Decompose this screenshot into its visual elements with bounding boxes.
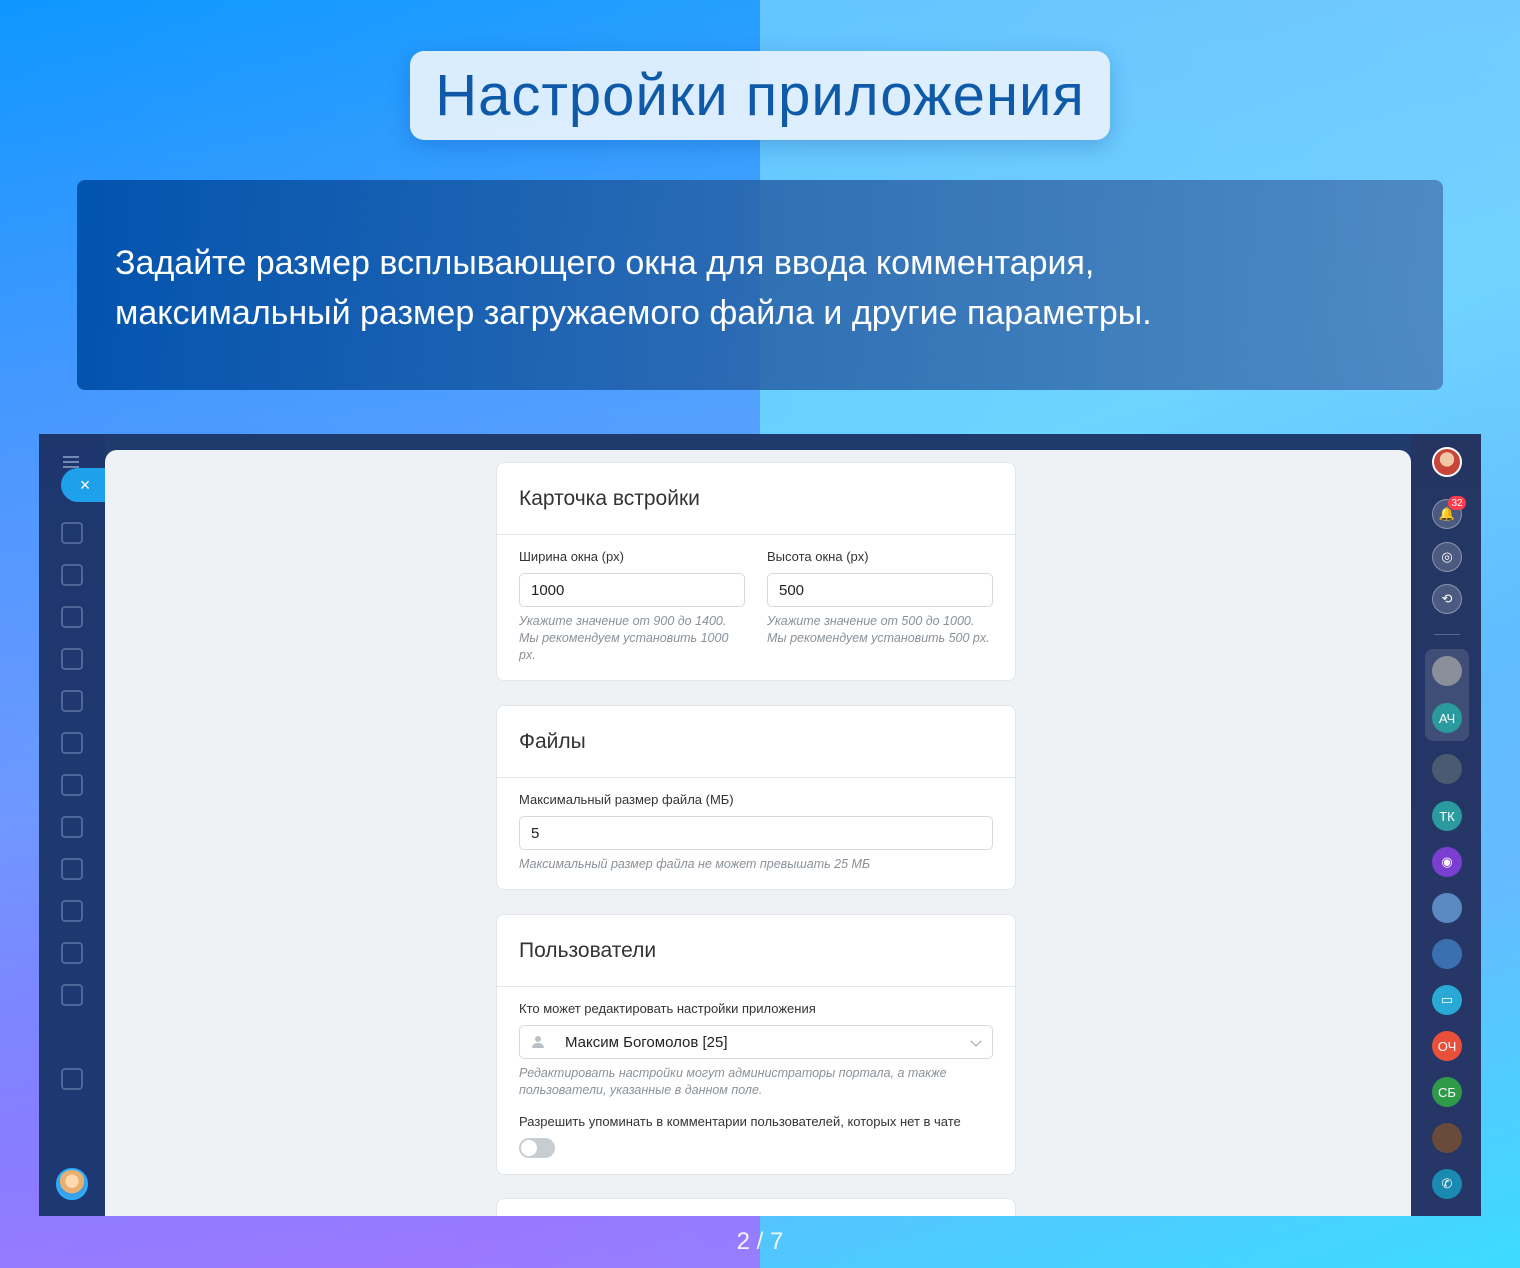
profile-avatar[interactable]	[1432, 447, 1462, 477]
settings-panel: Карточка встройки Ширина окна (px) 1000 …	[105, 450, 1411, 1216]
nav-icon-11[interactable]	[61, 942, 83, 964]
mention-toggle[interactable]	[519, 1138, 555, 1158]
app-screenshot: × Карточка встройки Ширина окна (px) 100…	[39, 434, 1481, 1216]
nav-icon-4[interactable]	[61, 648, 83, 670]
contact-initials[interactable]: АЧ	[1432, 703, 1462, 733]
nav-icon-1[interactable]	[61, 522, 83, 544]
nav-icon-12[interactable]	[61, 984, 83, 1006]
max-size-input[interactable]: 5	[519, 816, 993, 850]
section-title: Пользователи	[497, 915, 1015, 987]
max-size-label: Максимальный размер файла (МБ)	[519, 792, 734, 807]
phone-icon[interactable]: ✆	[1432, 1169, 1462, 1199]
page-title: Настройки приложения	[435, 63, 1085, 128]
left-sidebar	[39, 434, 105, 1216]
divider	[1434, 634, 1460, 635]
nav-icon-2[interactable]	[61, 564, 83, 586]
channel-icon[interactable]: ◉	[1432, 847, 1462, 877]
editors-hint: Редактировать настройки могут администра…	[519, 1066, 947, 1097]
contact-initials[interactable]: СБ	[1432, 1077, 1462, 1107]
close-button[interactable]: ×	[61, 468, 109, 502]
menu-icon[interactable]	[63, 456, 79, 468]
chat-icon[interactable]: ▭	[1432, 985, 1462, 1015]
height-hint: Укажите значение от 500 до 1000. Мы реко…	[767, 614, 990, 645]
files-section: Файлы Максимальный размер файла (МБ) 5 М…	[496, 705, 1016, 890]
nav-icon-10[interactable]	[61, 900, 83, 922]
chevron-down-icon	[970, 1035, 982, 1047]
contact-avatar[interactable]	[1432, 893, 1462, 923]
contact-avatar[interactable]	[1432, 1123, 1462, 1153]
editors-label: Кто может редактировать настройки прилож…	[519, 1001, 816, 1016]
user-icon	[531, 1035, 545, 1049]
height-label: Высота окна (px)	[767, 549, 869, 564]
next-section	[496, 1198, 1016, 1216]
right-sidebar: 🔔 32 ◎ ⟲ АЧ ТК ◉ ▭ ОЧ СБ ✆	[1411, 434, 1481, 1216]
max-size-hint: Максимальный размер файла не может превы…	[519, 857, 871, 871]
width-hint: Укажите значение от 900 до 1400. Мы реко…	[519, 614, 729, 662]
contact-avatar[interactable]	[1432, 754, 1462, 784]
contact-initials[interactable]: ОЧ	[1432, 1031, 1462, 1061]
width-label: Ширина окна (px)	[519, 549, 625, 564]
description-banner: Задайте размер всплывающего окна для вво…	[77, 180, 1443, 390]
embed-card-section: Карточка встройки Ширина окна (px) 1000 …	[496, 462, 1016, 681]
nav-icon-8[interactable]	[61, 816, 83, 838]
mention-label: Разрешить упоминать в комментарии пользо…	[519, 1114, 961, 1129]
nav-icon-3[interactable]	[61, 606, 83, 628]
editors-select[interactable]: Максим Богомолов [25]	[519, 1025, 993, 1059]
notifications-badge: 32	[1448, 496, 1466, 510]
height-input[interactable]: 500	[767, 573, 993, 607]
section-title: Карточка встройки	[497, 463, 1015, 535]
settings-icon[interactable]	[61, 1068, 83, 1090]
nav-icon-7[interactable]	[61, 774, 83, 796]
title-banner: Настройки приложения	[410, 51, 1110, 140]
nav-icon-6[interactable]	[61, 732, 83, 754]
contact-avatar[interactable]	[1432, 939, 1462, 969]
description-text: Задайте размер всплывающего окна для вво…	[115, 244, 1152, 332]
user-avatar[interactable]	[56, 1168, 88, 1200]
width-input[interactable]: 1000	[519, 573, 745, 607]
users-section: Пользователи Кто может редактировать нас…	[496, 914, 1016, 1175]
contact-initials[interactable]: ТК	[1432, 801, 1462, 831]
chat-search-icon[interactable]: ⟲	[1432, 584, 1462, 614]
slide-counter: 2 / 7	[736, 1228, 784, 1255]
target-icon[interactable]: ◎	[1432, 542, 1462, 572]
nav-icon-9[interactable]	[61, 858, 83, 880]
contact-avatar[interactable]	[1432, 656, 1462, 686]
editors-value: Максим Богомолов [25]	[565, 1033, 728, 1051]
nav-icon-5[interactable]	[61, 690, 83, 712]
section-title: Файлы	[497, 706, 1015, 778]
